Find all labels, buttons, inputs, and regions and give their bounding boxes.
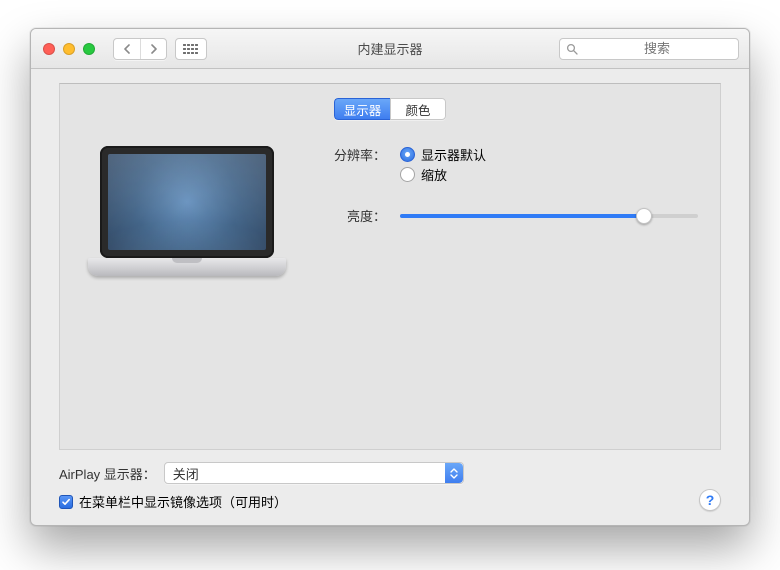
help-icon: ? [706, 492, 715, 508]
window-controls [43, 43, 95, 55]
mirroring-label: 在菜单栏中显示镜像选项（可用时） [79, 492, 287, 511]
brightness-slider[interactable] [400, 208, 698, 224]
back-button[interactable] [114, 39, 140, 59]
resolution-option-scaled-label: 缩放 [421, 165, 447, 184]
resolution-label: 分辨率： [322, 144, 386, 164]
search-field[interactable] [559, 38, 739, 60]
minimize-button[interactable] [63, 43, 75, 55]
popup-arrows-icon [445, 463, 463, 483]
tab-color[interactable]: 颜色 [390, 98, 446, 120]
mirroring-row[interactable]: 在菜单栏中显示镜像选项（可用时） [59, 492, 721, 511]
slider-thumb[interactable] [636, 208, 652, 224]
airplay-popup[interactable]: 关闭 [164, 462, 464, 484]
zoom-button[interactable] [83, 43, 95, 55]
display-preview [82, 144, 292, 276]
bottom-bar: AirPlay 显示器： 关闭 在菜单栏中显示镜像选项（可用时） [59, 462, 721, 511]
show-all-button[interactable] [175, 38, 207, 60]
help-button[interactable]: ? [699, 489, 721, 511]
window-body: 显示器 颜色 [31, 69, 749, 525]
preferences-window: 内建显示器 显示器 颜色 [30, 28, 750, 526]
radio-checked-icon [400, 147, 415, 162]
search-input[interactable] [582, 41, 732, 56]
chevron-right-icon [150, 44, 158, 54]
brightness-label: 亮度： [322, 206, 386, 225]
titlebar: 内建显示器 [31, 29, 749, 69]
airplay-value: 关闭 [173, 464, 199, 483]
laptop-icon [88, 146, 286, 276]
close-button[interactable] [43, 43, 55, 55]
brightness-row: 亮度： [322, 206, 698, 225]
radio-unchecked-icon [400, 167, 415, 182]
resolution-option-scaled[interactable]: 缩放 [400, 164, 698, 184]
nav-segmented [113, 38, 167, 60]
forward-button[interactable] [140, 39, 166, 59]
resolution-option-default[interactable]: 显示器默认 [400, 144, 698, 164]
grid-icon [183, 44, 199, 54]
resolution-option-default-label: 显示器默认 [421, 145, 486, 164]
content-panel: 显示器 颜色 [59, 83, 721, 450]
airplay-row: AirPlay 显示器： 关闭 [59, 462, 721, 484]
airplay-label: AirPlay 显示器： [59, 464, 156, 483]
slider-fill [400, 214, 644, 218]
search-icon [566, 43, 578, 55]
tab-display[interactable]: 显示器 [334, 98, 390, 120]
settings-column: 分辨率： 显示器默认 缩放 [322, 144, 698, 276]
chevron-left-icon [123, 44, 131, 54]
resolution-row: 分辨率： 显示器默认 缩放 [322, 144, 698, 184]
tab-bar: 显示器 颜色 [82, 98, 698, 120]
checkbox-checked-icon [59, 495, 73, 509]
